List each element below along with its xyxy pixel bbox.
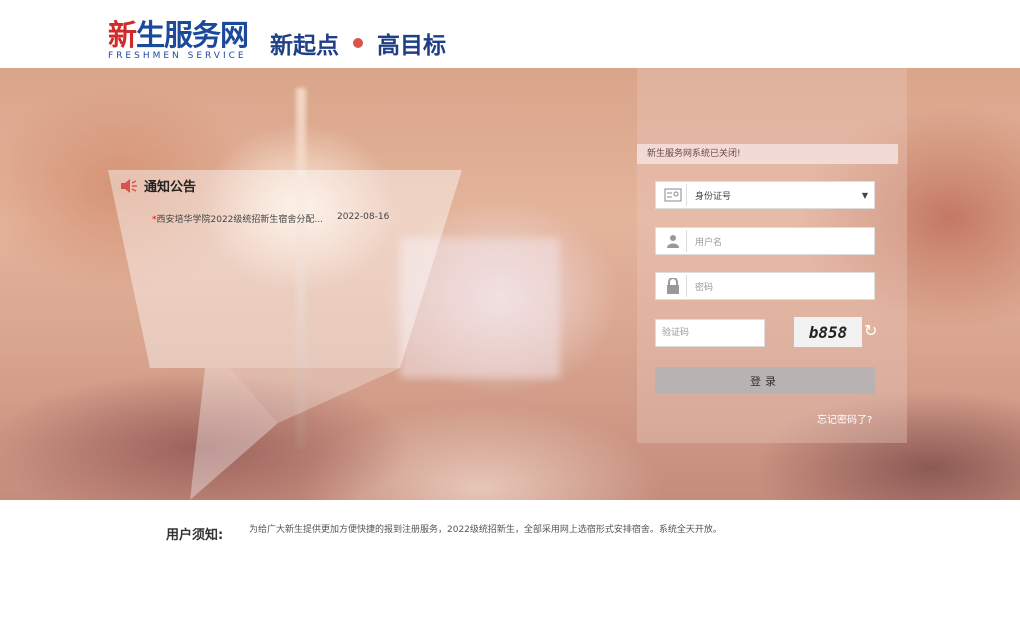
user-icon	[660, 230, 687, 252]
speaker-icon	[121, 178, 137, 193]
notice-item-date: 2022-08-16	[337, 212, 390, 222]
username-placeholder: 用户名	[695, 237, 723, 248]
forgot-password-link[interactable]: 忘记密码了?	[817, 411, 872, 426]
id-card-icon	[660, 184, 687, 206]
logo-text: 新生服务网	[108, 18, 249, 52]
slogan: 新起点 高目标	[270, 26, 446, 60]
password-placeholder: 密码	[695, 282, 714, 293]
header: 新生服务网 FRESHMEN SERVICE 新起点 高目标	[0, 0, 1020, 68]
notice-item[interactable]: *西安培华学院2022级统招新生宿舍分配... 2022-08-16	[152, 212, 389, 225]
notice-title: 通知公告	[144, 180, 197, 195]
username-field[interactable]: 用户名	[655, 227, 875, 255]
login-panel: 新生服务网系统已关闭! 身份证号 ▼ 用户名 密码 验证码 b858 ↻ 登录	[637, 68, 907, 443]
notice-item-text[interactable]: 西安培华学院2022级统招新生宿舍分配...	[157, 215, 324, 225]
site-logo[interactable]: 新生服务网 FRESHMEN SERVICE	[108, 18, 249, 61]
chevron-down-icon: ▼	[861, 190, 868, 200]
captcha-image[interactable]: b858	[794, 317, 862, 347]
notice-header: 通知公告	[120, 176, 196, 195]
logo-subtitle: FRESHMEN SERVICE	[108, 51, 247, 61]
banner: 通知公告 *西安培华学院2022级统招新生宿舍分配... 2022-08-16 …	[0, 68, 1020, 500]
user-notice-text: 为给广大新生提供更加方便快捷的报到注册服务，2022级统招新生，全部采用网上选宿…	[249, 525, 722, 535]
notice-board-tail-upper	[150, 368, 400, 423]
id-type-selected: 身份证号	[695, 191, 732, 202]
slogan-left: 新起点	[270, 33, 339, 59]
system-closed-message: 新生服务网系统已关闭!	[637, 144, 898, 164]
slogan-right: 高目标	[377, 33, 446, 59]
captcha-input[interactable]: 验证码	[655, 319, 765, 347]
lock-icon	[660, 275, 687, 297]
password-field[interactable]: 密码	[655, 272, 875, 300]
id-type-select[interactable]: 身份证号 ▼	[655, 181, 875, 209]
captcha-text: b858	[808, 322, 848, 342]
notice-board-panel	[108, 170, 462, 368]
footer: 用户须知: 为给广大新生提供更加方便快捷的报到注册服务，2022级统招新生，全部…	[0, 500, 1020, 634]
slogan-dot	[353, 38, 363, 48]
login-button[interactable]: 登录	[655, 367, 875, 394]
user-notice-label: 用户须知:	[166, 528, 224, 543]
refresh-icon[interactable]: ↻	[864, 321, 877, 340]
